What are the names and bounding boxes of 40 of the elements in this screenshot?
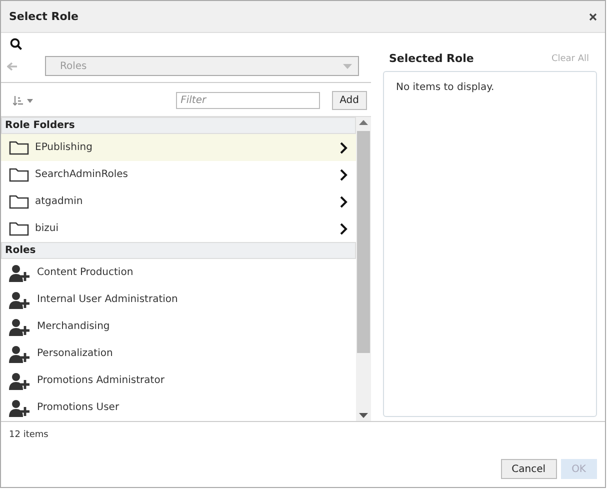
user-add-icon [9,344,31,362]
user-add-icon [9,398,31,416]
list-item[interactable]: EPublishing [1,134,356,161]
close-icon[interactable] [589,12,597,20]
list-item[interactable]: atgadmin [1,188,356,215]
folder-icon [9,167,29,182]
user-add-icon [9,264,31,282]
sort-icon[interactable] [13,96,33,106]
list-item[interactable]: bizui [1,215,356,242]
section-header: Roles [1,242,356,259]
list-item[interactable]: Content Production [1,259,356,286]
empty-message: No items to display. [396,82,494,93]
folder-icon [9,194,29,209]
scrollbar[interactable] [356,117,371,421]
add-button[interactable]: Add [332,91,367,110]
list-item[interactable]: Personalization [1,340,356,367]
chevron-right-icon[interactable] [340,168,348,180]
user-add-icon [9,372,31,390]
list-item[interactable]: Promotions Administrator [1,367,356,394]
scroll-up-icon[interactable] [359,120,368,125]
dialog-title: Select Role [9,10,78,23]
item-count: 12 items [9,430,50,440]
section-header: Role Folders [1,117,356,134]
scroll-down-icon[interactable] [359,413,368,418]
list-item[interactable]: Merchandising [1,313,356,340]
list-item[interactable]: Internal User Administration [1,286,356,313]
user-add-icon [9,290,31,308]
list-item[interactable]: Promotions User [1,394,356,421]
user-add-icon [9,318,31,336]
chevron-right-icon[interactable] [340,222,348,234]
filter-field[interactable]: Filter [176,92,320,109]
chevron-right-icon[interactable] [340,196,348,208]
search-icon[interactable] [10,38,22,50]
list-item[interactable]: SearchAdminRoles [1,161,356,188]
dialog-button[interactable]: Cancel [500,459,557,479]
panel-title: Selected Role [389,52,474,65]
caret-icon [343,64,352,68]
chevron-right-icon[interactable] [340,142,348,154]
folder-icon [9,140,29,155]
folder-icon [9,221,29,236]
